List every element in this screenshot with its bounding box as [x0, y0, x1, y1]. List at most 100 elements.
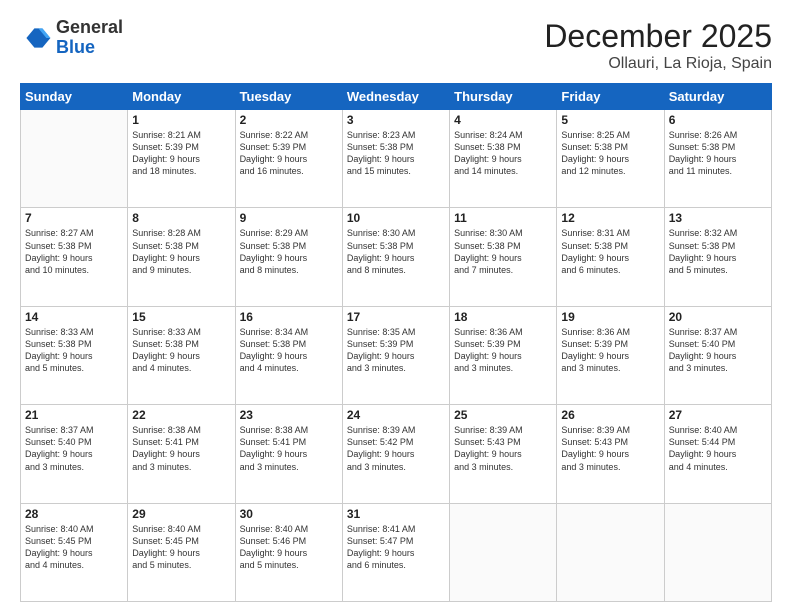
weekday-header-thursday: Thursday [450, 84, 557, 110]
calendar-cell: 5 Sunrise: 8:25 AMSunset: 5:38 PMDaylight… [557, 110, 664, 208]
day-info: Sunrise: 8:24 AMSunset: 5:38 PMDaylight:… [454, 129, 552, 178]
day-number: 22 [132, 408, 230, 422]
day-number: 18 [454, 310, 552, 324]
title-block: December 2025 Ollauri, La Rioja, Spain [544, 18, 772, 73]
day-number: 25 [454, 408, 552, 422]
day-info: Sunrise: 8:33 AMSunset: 5:38 PMDaylight:… [132, 326, 230, 375]
calendar-cell: 9 Sunrise: 8:29 AMSunset: 5:38 PMDaylight… [235, 208, 342, 306]
logo-general-text: General [56, 18, 123, 38]
weekday-header-wednesday: Wednesday [342, 84, 449, 110]
day-info: Sunrise: 8:36 AMSunset: 5:39 PMDaylight:… [454, 326, 552, 375]
page: General Blue December 2025 Ollauri, La R… [0, 0, 792, 612]
day-number: 2 [240, 113, 338, 127]
day-number: 3 [347, 113, 445, 127]
day-number: 17 [347, 310, 445, 324]
calendar-cell: 10 Sunrise: 8:30 AMSunset: 5:38 PMDayligh… [342, 208, 449, 306]
calendar-cell: 30 Sunrise: 8:40 AMSunset: 5:46 PMDayligh… [235, 503, 342, 601]
day-info: Sunrise: 8:31 AMSunset: 5:38 PMDaylight:… [561, 227, 659, 276]
day-info: Sunrise: 8:38 AMSunset: 5:41 PMDaylight:… [240, 424, 338, 473]
day-number: 31 [347, 507, 445, 521]
calendar-cell: 11Sunrise: 8:30 AMSunset: 5:38 PMDayligh… [450, 208, 557, 306]
calendar-cell: 18 Sunrise: 8:36 AMSunset: 5:39 PMDayligh… [450, 306, 557, 404]
calendar-cell: 6Sunrise: 8:26 AMSunset: 5:38 PMDaylight… [664, 110, 771, 208]
calendar-cell [450, 503, 557, 601]
calendar-cell [557, 503, 664, 601]
day-number: 6 [669, 113, 767, 127]
day-info: Sunrise: 8:32 AMSunset: 5:38 PMDaylight:… [669, 227, 767, 276]
calendar-cell: 20 Sunrise: 8:37 AMSunset: 5:40 PMDayligh… [664, 306, 771, 404]
day-number: 19 [561, 310, 659, 324]
calendar-cell: 2 Sunrise: 8:22 AMSunset: 5:39 PMDaylight… [235, 110, 342, 208]
calendar-cell: 13 Sunrise: 8:32 AMSunset: 5:38 PMDayligh… [664, 208, 771, 306]
calendar-cell: 22Sunrise: 8:38 AMSunset: 5:41 PMDayligh… [128, 405, 235, 503]
calendar-cell: 28Sunrise: 8:40 AMSunset: 5:45 PMDayligh… [21, 503, 128, 601]
day-info: Sunrise: 8:29 AMSunset: 5:38 PMDaylight:… [240, 227, 338, 276]
day-number: 30 [240, 507, 338, 521]
calendar-cell: 3 Sunrise: 8:23 AMSunset: 5:38 PMDaylight… [342, 110, 449, 208]
weekday-header-friday: Friday [557, 84, 664, 110]
day-info: Sunrise: 8:40 AMSunset: 5:44 PMDaylight:… [669, 424, 767, 473]
calendar-cell: 19 Sunrise: 8:36 AMSunset: 5:39 PMDayligh… [557, 306, 664, 404]
day-number: 21 [25, 408, 123, 422]
day-number: 16 [240, 310, 338, 324]
calendar-cell: 27Sunrise: 8:40 AMSunset: 5:44 PMDayligh… [664, 405, 771, 503]
day-number: 23 [240, 408, 338, 422]
day-number: 13 [669, 211, 767, 225]
day-info: Sunrise: 8:27 AMSunset: 5:38 PMDaylight:… [25, 227, 123, 276]
calendar-cell: 25Sunrise: 8:39 AMSunset: 5:43 PMDayligh… [450, 405, 557, 503]
calendar-cell: 31 Sunrise: 8:41 AMSunset: 5:47 PMDayligh… [342, 503, 449, 601]
day-info: Sunrise: 8:25 AMSunset: 5:38 PMDaylight:… [561, 129, 659, 178]
day-info: Sunrise: 8:30 AMSunset: 5:38 PMDaylight:… [347, 227, 445, 276]
weekday-header-sunday: Sunday [21, 84, 128, 110]
calendar-cell: 16 Sunrise: 8:34 AMSunset: 5:38 PMDayligh… [235, 306, 342, 404]
day-number: 15 [132, 310, 230, 324]
day-number: 12 [561, 211, 659, 225]
day-info: Sunrise: 8:40 AMSunset: 5:45 PMDaylight:… [132, 523, 230, 572]
day-number: 10 [347, 211, 445, 225]
day-info: Sunrise: 8:28 AMSunset: 5:38 PMDaylight:… [132, 227, 230, 276]
day-info: Sunrise: 8:21 AMSunset: 5:39 PMDaylight:… [132, 129, 230, 178]
calendar-cell: 17Sunrise: 8:35 AMSunset: 5:39 PMDayligh… [342, 306, 449, 404]
weekday-header-saturday: Saturday [664, 84, 771, 110]
calendar-cell: 4 Sunrise: 8:24 AMSunset: 5:38 PMDaylight… [450, 110, 557, 208]
week-row-5: 28 Sunrise: 8:40 AMSunset: 5:45 PMDayligh… [21, 503, 772, 601]
day-number: 4 [454, 113, 552, 127]
day-info: Sunrise: 8:41 AMSunset: 5:47 PMDaylight:… [347, 523, 445, 572]
day-info: Sunrise: 8:23 AMSunset: 5:38 PMDaylight:… [347, 129, 445, 178]
day-info: Sunrise: 8:33 AMSunset: 5:38 PMDaylight:… [25, 326, 123, 375]
calendar-cell: 7 Sunrise: 8:27 AMSunset: 5:38 PMDaylight… [21, 208, 128, 306]
day-number: 1 [132, 113, 230, 127]
logo-blue-text: Blue [56, 38, 123, 58]
day-number: 14 [25, 310, 123, 324]
day-number: 7 [25, 211, 123, 225]
logo: General Blue [20, 18, 123, 58]
day-number: 20 [669, 310, 767, 324]
weekday-header-row: SundayMondayTuesdayWednesdayThursdayFrid… [21, 84, 772, 110]
day-info: Sunrise: 8:37 AMSunset: 5:40 PMDaylight:… [25, 424, 123, 473]
day-number: 24 [347, 408, 445, 422]
day-info: Sunrise: 8:34 AMSunset: 5:38 PMDaylight:… [240, 326, 338, 375]
day-info: Sunrise: 8:37 AMSunset: 5:40 PMDaylight:… [669, 326, 767, 375]
calendar-cell: 23 Sunrise: 8:38 AMSunset: 5:41 PMDayligh… [235, 405, 342, 503]
day-number: 5 [561, 113, 659, 127]
day-number: 29 [132, 507, 230, 521]
day-info: Sunrise: 8:40 AMSunset: 5:46 PMDaylight:… [240, 523, 338, 572]
week-row-1: 1 Sunrise: 8:21 AMSunset: 5:39 PMDaylight… [21, 110, 772, 208]
day-info: Sunrise: 8:30 AMSunset: 5:38 PMDaylight:… [454, 227, 552, 276]
week-row-2: 7 Sunrise: 8:27 AMSunset: 5:38 PMDaylight… [21, 208, 772, 306]
calendar-cell: 21 Sunrise: 8:37 AMSunset: 5:40 PMDayligh… [21, 405, 128, 503]
day-number: 8 [132, 211, 230, 225]
day-number: 28 [25, 507, 123, 521]
day-info: Sunrise: 8:22 AMSunset: 5:39 PMDaylight:… [240, 129, 338, 178]
day-info: Sunrise: 8:36 AMSunset: 5:39 PMDaylight:… [561, 326, 659, 375]
calendar-cell [664, 503, 771, 601]
calendar-cell: 14 Sunrise: 8:33 AMSunset: 5:38 PMDayligh… [21, 306, 128, 404]
logo-text: General Blue [56, 18, 123, 58]
calendar-cell: 15 Sunrise: 8:33 AMSunset: 5:38 PMDayligh… [128, 306, 235, 404]
day-number: 9 [240, 211, 338, 225]
week-row-3: 14 Sunrise: 8:33 AMSunset: 5:38 PMDayligh… [21, 306, 772, 404]
calendar-cell: 26Sunrise: 8:39 AMSunset: 5:43 PMDayligh… [557, 405, 664, 503]
week-row-4: 21 Sunrise: 8:37 AMSunset: 5:40 PMDayligh… [21, 405, 772, 503]
day-number: 26 [561, 408, 659, 422]
calendar-cell: 24Sunrise: 8:39 AMSunset: 5:42 PMDayligh… [342, 405, 449, 503]
